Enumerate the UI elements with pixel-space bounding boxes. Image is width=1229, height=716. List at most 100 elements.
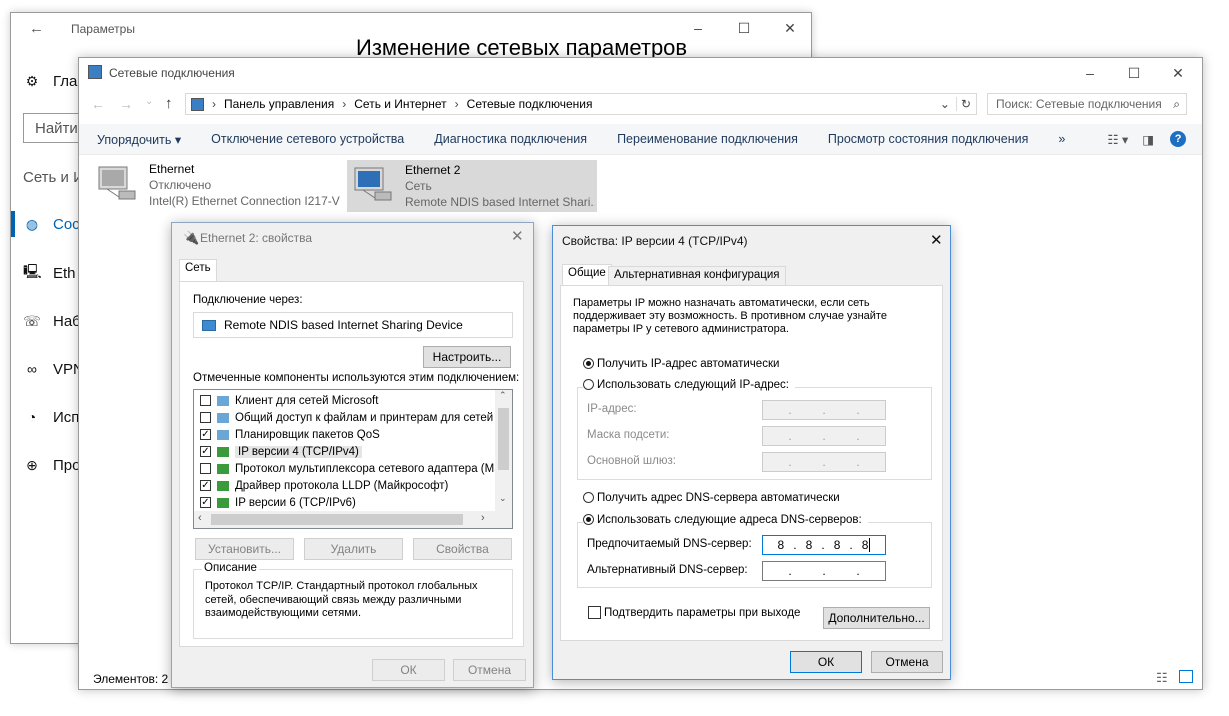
radio-unselected[interactable]	[583, 492, 594, 504]
disable-device-button[interactable]: Отключение сетевого устройства	[211, 132, 404, 146]
components-list[interactable]: Клиент для сетей Microsoft Общий доступ …	[193, 389, 513, 529]
auto-dns-radio[interactable]: Получить адрес DNS-сервера автоматически	[583, 492, 840, 504]
list-item[interactable]: Протокол мультиплексора сетевого адаптер…	[200, 460, 507, 477]
ip-address-input[interactable]: ...	[762, 400, 886, 420]
alternate-dns-input[interactable]: ...	[762, 561, 886, 581]
forward-icon[interactable]: →	[119, 96, 133, 112]
sidebar-item-ethernet[interactable]: 🖳 Eth	[23, 262, 76, 284]
horizontal-scrollbar[interactable]: ‹ ›	[194, 511, 512, 528]
configure-button[interactable]: Настроить...	[423, 346, 511, 368]
vertical-scrollbar[interactable]: ⌃ ⌄	[495, 390, 512, 511]
scroll-up-icon[interactable]: ⌃	[499, 390, 507, 401]
scroll-left-icon[interactable]: ‹	[198, 512, 202, 524]
tab-alternate-config[interactable]: Альтернативная конфигурация	[608, 266, 786, 285]
ethernet-icon: 🖳	[23, 263, 42, 279]
sidebar-item-vpn[interactable]: ∞ VPN	[23, 358, 84, 380]
cancel-button[interactable]: Отмена	[453, 659, 526, 681]
alternate-dns-label: Альтернативный DNS-сервер:	[587, 564, 748, 576]
close-button[interactable]: ✕	[1155, 58, 1201, 88]
cancel-button[interactable]: Отмена	[871, 651, 943, 673]
checkbox[interactable]: ✓	[200, 429, 211, 440]
list-item[interactable]: ✓ Планировщик пакетов QoS	[200, 426, 380, 443]
radio-selected[interactable]	[583, 514, 594, 526]
properties-button[interactable]: Свойства	[413, 538, 512, 560]
address-bar[interactable]: › Панель управления › Сеть и Интернет › …	[185, 93, 977, 115]
maximize-button[interactable]: ☐	[1111, 58, 1157, 88]
protocol-icon	[217, 480, 229, 491]
list-item[interactable]: ✓ Драйвер протокола LLDP (Майкрософт)	[200, 477, 448, 494]
breadcrumb-item[interactable]: Сеть и Интернет	[354, 97, 446, 111]
checkbox[interactable]: ✓	[200, 480, 211, 491]
adapter-ethernet[interactable]: Ethernet Отключено Intel(R) Ethernet Con…	[95, 161, 345, 213]
home-item[interactable]: ⚙ Гла	[23, 70, 78, 92]
preview-pane-icon[interactable]: ◨	[1142, 132, 1154, 147]
refresh-icon[interactable]: ↻	[955, 97, 971, 111]
details-view-icon[interactable]: ☷	[1156, 670, 1168, 686]
settings-search-input[interactable]: Найти	[23, 113, 83, 143]
back-arrow-icon[interactable]: ←	[29, 20, 44, 37]
sidebar-item-proxy[interactable]: ⊕ Про	[23, 454, 80, 476]
subnet-mask-input[interactable]: ...	[762, 426, 886, 446]
checkbox[interactable]	[588, 606, 601, 619]
search-input[interactable]: Поиск: Сетевые подключения ⌕	[987, 93, 1187, 115]
sidebar-item-data-usage[interactable]: ◔ Исп	[23, 406, 80, 428]
auto-ip-radio[interactable]: Получить IP-адрес автоматически	[583, 358, 779, 370]
preferred-dns-input[interactable]: 8. 8. 8. 8	[762, 535, 886, 555]
scroll-right-icon[interactable]: ›	[481, 512, 485, 524]
tiles-view-icon[interactable]	[1179, 670, 1193, 683]
checkbox[interactable]	[200, 463, 211, 474]
history-dropdown-icon[interactable]: ⌄	[940, 97, 950, 111]
recent-chevron-icon[interactable]: ⌄	[145, 96, 153, 107]
list-item[interactable]: ✓ IP версии 6 (TCP/IPv6)	[200, 494, 356, 511]
diagnose-button[interactable]: Диагностика подключения	[434, 132, 587, 146]
remove-button[interactable]: Удалить	[304, 538, 403, 560]
breadcrumb-item[interactable]: Панель управления	[224, 97, 334, 111]
list-item[interactable]: Клиент для сетей Microsoft	[200, 392, 378, 409]
minimize-button[interactable]: –	[1067, 58, 1113, 88]
scroll-down-icon[interactable]: ⌄	[499, 493, 507, 504]
scroll-thumb[interactable]	[211, 514, 463, 525]
protocol-icon	[217, 446, 229, 457]
back-icon[interactable]: ←	[91, 96, 105, 112]
maximize-button[interactable]: ☐	[721, 13, 767, 43]
validate-checkbox[interactable]: Подтвердить параметры при выходе	[588, 606, 800, 619]
checkbox[interactable]	[200, 412, 211, 423]
manual-dns-radio[interactable]: Использовать следующие адреса DNS-сервер…	[583, 514, 868, 526]
up-icon[interactable]: ↑	[165, 95, 173, 112]
description-label: Описание	[202, 562, 259, 574]
home-label: Гла	[53, 72, 78, 90]
ok-button[interactable]: ОК	[372, 659, 445, 681]
breadcrumb-item[interactable]: Сетевые подключения	[467, 97, 593, 111]
tab-network[interactable]: Сеть	[179, 259, 217, 282]
tab-general[interactable]: Общие	[562, 264, 612, 286]
radio-selected[interactable]	[583, 358, 594, 370]
checkbox[interactable]: ✓	[200, 446, 211, 457]
close-button[interactable]: ✕	[767, 13, 813, 43]
help-icon[interactable]: ?	[1170, 131, 1187, 147]
radio-unselected[interactable]	[583, 379, 594, 391]
manual-ip-radio[interactable]: Использовать следующий IP-адрес:	[583, 379, 795, 391]
list-item[interactable]: ✓ IP версии 4 (TCP/IPv4)	[200, 443, 362, 460]
checkbox[interactable]	[200, 395, 211, 406]
adapter-name: Ethernet	[149, 162, 195, 176]
sidebar-item-status[interactable]: ◍ Сос	[23, 213, 80, 235]
list-item[interactable]: Общий доступ к файлам и принтерам для се…	[200, 409, 509, 426]
connect-via-label: Подключение через:	[193, 294, 303, 306]
checkbox[interactable]: ✓	[200, 497, 211, 508]
view-status-button[interactable]: Просмотр состояния подключения	[828, 132, 1028, 146]
gateway-input[interactable]: ...	[762, 452, 886, 472]
advanced-button[interactable]: Дополнительно...	[823, 607, 930, 629]
components-label: Отмеченные компоненты используются этим …	[193, 372, 520, 384]
close-icon[interactable]: ✕	[511, 227, 524, 245]
adapter-ethernet-2[interactable]: Ethernet 2 Сеть Remote NDIS based Intern…	[347, 160, 597, 212]
install-button[interactable]: Установить...	[195, 538, 294, 560]
close-icon[interactable]: ✕	[930, 231, 943, 249]
data-usage-icon: ◔	[27, 409, 37, 425]
view-options-icon[interactable]: ☷ ▾	[1107, 132, 1128, 147]
organize-button[interactable]: Упорядочить ▾	[97, 132, 181, 147]
sidebar-item-dialup[interactable]: ☏ Наб	[23, 310, 81, 332]
ok-button[interactable]: ОК	[790, 651, 862, 673]
scroll-thumb[interactable]	[498, 408, 509, 470]
more-commands-button[interactable]: »	[1058, 132, 1065, 146]
rename-button[interactable]: Переименование подключения	[617, 132, 798, 146]
